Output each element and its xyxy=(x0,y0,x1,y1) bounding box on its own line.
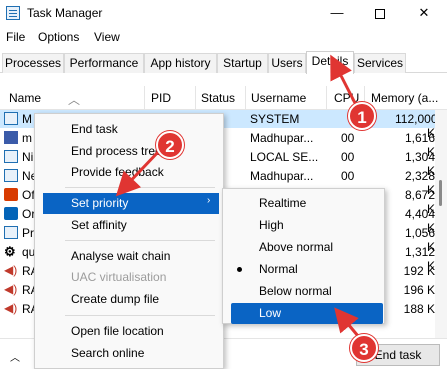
arrow-to-low xyxy=(334,307,360,337)
arrow-to-set-priority xyxy=(115,148,162,197)
callout-badge-3: 3 xyxy=(350,334,378,362)
arrow-to-details-tab xyxy=(330,54,359,108)
callout-badge-2: 2 xyxy=(156,131,184,159)
callout-badge-1: 1 xyxy=(348,102,376,130)
callout-arrows xyxy=(115,54,360,337)
